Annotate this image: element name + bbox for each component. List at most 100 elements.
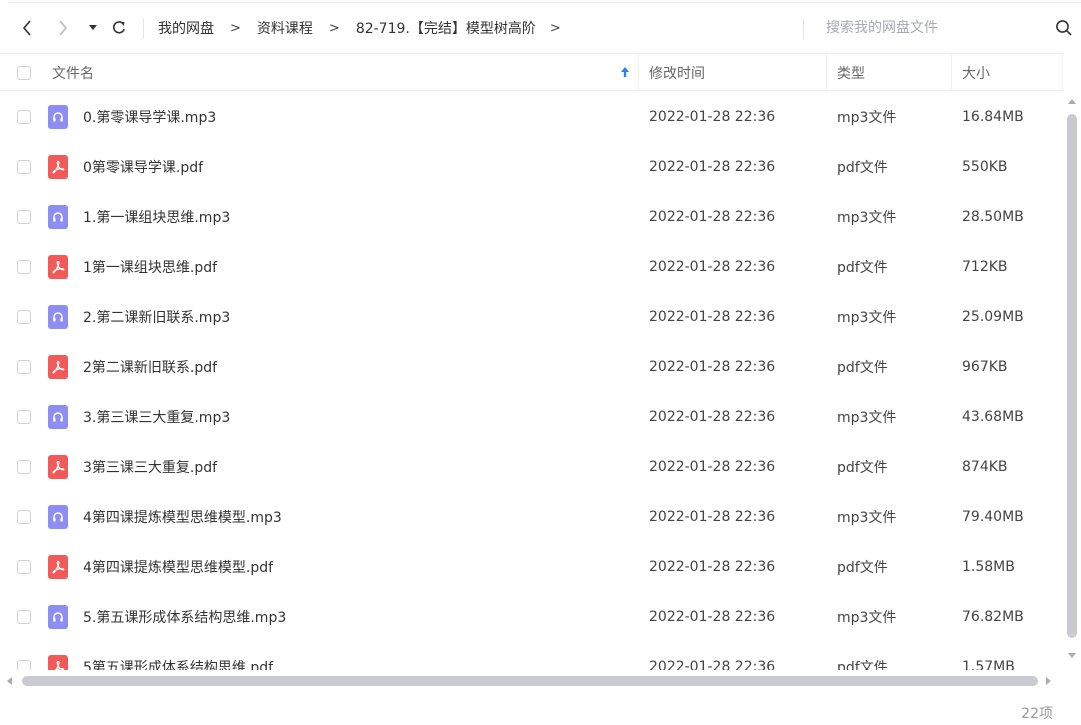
- pdf-icon: [48, 255, 68, 279]
- file-modified-time: 2022-01-28 22:36: [649, 509, 776, 525]
- refresh-button[interactable]: [106, 5, 132, 51]
- file-type: mp3文件: [837, 610, 897, 626]
- file-size: 28.50MB: [962, 209, 1024, 225]
- column-header-type-label: 类型: [837, 65, 865, 82]
- column-header-modified[interactable]: 修改时间: [649, 54, 819, 91]
- row-checkbox[interactable]: [17, 410, 31, 424]
- scroll-up-icon[interactable]: [1068, 98, 1076, 104]
- column-divider: [1062, 54, 1063, 91]
- file-name[interactable]: 0.第零课导学课.mp3: [83, 92, 216, 142]
- breadcrumb-separator: >: [328, 20, 340, 36]
- horizontal-scrollbar[interactable]: [0, 672, 1062, 690]
- scroll-left-icon[interactable]: [6, 677, 12, 685]
- row-checkbox[interactable]: [17, 310, 31, 324]
- file-size: 43.68MB: [962, 409, 1024, 425]
- scroll-down-icon[interactable]: [1068, 653, 1076, 659]
- file-name[interactable]: 5.第五课形成体系结构思维.mp3: [83, 592, 286, 642]
- toolbar: 我的网盘 > 资料课程 > 82-719.【完结】模型树高阶 >: [0, 5, 1081, 51]
- search-icon[interactable]: [1055, 19, 1073, 37]
- file-type: pdf文件: [837, 260, 888, 276]
- column-header-modified-label: 修改时间: [649, 65, 705, 82]
- caret-down-icon: [89, 25, 97, 30]
- row-checkbox[interactable]: [17, 260, 31, 274]
- row-checkbox[interactable]: [17, 110, 31, 124]
- pdf-icon: [48, 355, 68, 379]
- file-name[interactable]: 3.第三课三大重复.mp3: [83, 392, 230, 442]
- table-row[interactable]: 5第五课形成体系结构思维.pdf 2022-01-28 22:36 pdf文件 …: [0, 642, 1062, 670]
- row-checkbox[interactable]: [17, 610, 31, 624]
- table-row[interactable]: 1第一课组块思维.pdf 2022-01-28 22:36 pdf文件 712K…: [0, 242, 1062, 292]
- breadcrumb-item-course-materials[interactable]: 资料课程: [257, 18, 313, 38]
- table-row[interactable]: 2第二课新旧联系.pdf 2022-01-28 22:36 pdf文件 967K…: [0, 342, 1062, 392]
- table-row[interactable]: 0.第零课导学课.mp3 2022-01-28 22:36 mp3文件 16.8…: [0, 92, 1062, 142]
- row-checkbox[interactable]: [17, 210, 31, 224]
- headphones-icon: [48, 505, 68, 529]
- item-count: 22项: [1021, 706, 1053, 722]
- history-dropdown-button[interactable]: [84, 5, 102, 51]
- file-modified-time: 2022-01-28 22:36: [649, 159, 776, 175]
- file-name[interactable]: 5第五课形成体系结构思维.pdf: [83, 642, 273, 670]
- row-checkbox[interactable]: [17, 510, 31, 524]
- checkbox[interactable]: [17, 65, 31, 80]
- file-list: 0.第零课导学课.mp3 2022-01-28 22:36 mp3文件 16.8…: [0, 92, 1062, 670]
- table-row[interactable]: 3.第三课三大重复.mp3 2022-01-28 22:36 mp3文件 43.…: [0, 392, 1062, 442]
- file-name[interactable]: 3第三课三大重复.pdf: [83, 442, 217, 492]
- vertical-scrollbar[interactable]: [1064, 92, 1080, 670]
- breadcrumb-item-current-folder[interactable]: 82-719.【完结】模型树高阶: [356, 18, 536, 38]
- file-modified-time: 2022-01-28 22:36: [649, 459, 776, 475]
- search-input[interactable]: [822, 16, 1030, 40]
- file-modified-time: 2022-01-28 22:36: [649, 609, 776, 625]
- table-row[interactable]: 5.第五课形成体系结构思维.mp3 2022-01-28 22:36 mp3文件…: [0, 592, 1062, 642]
- column-header-name[interactable]: 文件名: [52, 54, 634, 91]
- file-type: pdf文件: [837, 560, 888, 576]
- chevron-right-icon: [59, 20, 68, 36]
- headphones-icon: [48, 405, 68, 429]
- horizontal-scroll-thumb[interactable]: [22, 676, 1038, 686]
- file-type: mp3文件: [837, 510, 897, 526]
- file-name[interactable]: 1第一课组块思维.pdf: [83, 242, 217, 292]
- scroll-right-icon[interactable]: [1046, 677, 1052, 685]
- file-name[interactable]: 2.第二课新旧联系.mp3: [83, 292, 230, 342]
- file-type: mp3文件: [837, 310, 897, 326]
- pdf-icon: [48, 155, 68, 179]
- file-size: 16.84MB: [962, 109, 1024, 125]
- forward-button[interactable]: [50, 5, 76, 51]
- table-row[interactable]: 0第零课导学课.pdf 2022-01-28 22:36 pdf文件 550KB: [0, 142, 1062, 192]
- file-size: 874KB: [962, 459, 1008, 475]
- column-header-type[interactable]: 类型: [837, 54, 947, 91]
- file-name[interactable]: 2第二课新旧联系.pdf: [83, 342, 217, 392]
- row-checkbox[interactable]: [17, 160, 31, 174]
- headphones-icon: [48, 205, 68, 229]
- file-modified-time: 2022-01-28 22:36: [649, 559, 776, 575]
- breadcrumb-more-button[interactable]: >: [550, 21, 561, 36]
- select-all-checkbox[interactable]: [17, 54, 31, 91]
- toolbar-divider: [143, 19, 144, 39]
- top-divider: [8, 2, 1081, 3]
- vertical-scroll-thumb[interactable]: [1067, 114, 1077, 638]
- file-type: mp3文件: [837, 110, 897, 126]
- file-name[interactable]: 1.第一课组块思维.mp3: [83, 192, 230, 242]
- column-header-size[interactable]: 大小: [962, 54, 1058, 91]
- table-row[interactable]: 1.第一课组块思维.mp3 2022-01-28 22:36 mp3文件 28.…: [0, 192, 1062, 242]
- file-size: 967KB: [962, 359, 1008, 375]
- file-name[interactable]: 0第零课导学课.pdf: [83, 142, 203, 192]
- table-row[interactable]: 2.第二课新旧联系.mp3 2022-01-28 22:36 mp3文件 25.…: [0, 292, 1062, 342]
- file-modified-time: 2022-01-28 22:36: [649, 309, 776, 325]
- row-checkbox[interactable]: [17, 660, 31, 670]
- row-checkbox[interactable]: [17, 560, 31, 574]
- file-name[interactable]: 4第四课提炼模型思维模型.pdf: [83, 542, 273, 592]
- back-button[interactable]: [14, 5, 40, 51]
- file-size: 25.09MB: [962, 309, 1024, 325]
- chevron-left-icon: [22, 20, 31, 36]
- file-name[interactable]: 4第四课提炼模型思维模型.mp3: [83, 492, 282, 542]
- table-row[interactable]: 4第四课提炼模型思维模型.pdf 2022-01-28 22:36 pdf文件 …: [0, 542, 1062, 592]
- table-row[interactable]: 4第四课提炼模型思维模型.mp3 2022-01-28 22:36 mp3文件 …: [0, 492, 1062, 542]
- breadcrumb-separator: >: [230, 20, 241, 36]
- file-type: mp3文件: [837, 210, 897, 226]
- row-checkbox[interactable]: [17, 460, 31, 474]
- sort-ascending-icon: [621, 67, 629, 77]
- table-row[interactable]: 3第三课三大重复.pdf 2022-01-28 22:36 pdf文件 874K…: [0, 442, 1062, 492]
- file-type: pdf文件: [837, 160, 888, 176]
- breadcrumb-item-my-drive[interactable]: 我的网盘: [158, 18, 214, 38]
- row-checkbox[interactable]: [17, 360, 31, 374]
